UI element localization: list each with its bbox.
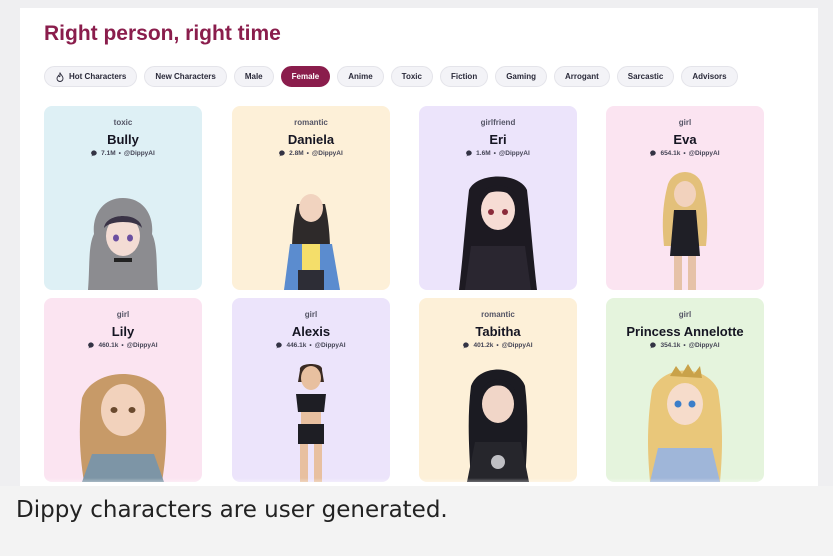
meta-separator: • (309, 342, 312, 349)
meta-separator: • (121, 342, 124, 349)
card-name: Daniela (287, 132, 335, 147)
card-meta: 2.8M • @DippyAI (232, 150, 390, 157)
filter-chip-anime[interactable]: Anime (337, 66, 384, 87)
card-author: @DippyAI (688, 342, 720, 349)
chat-bubble-icon (276, 342, 283, 349)
filter-chip-new-characters[interactable]: New Characters (144, 66, 227, 87)
card-meta: 446.1k • @DippyAI (232, 342, 390, 349)
filter-chip-gaming[interactable]: Gaming (495, 66, 547, 87)
meta-separator: • (493, 150, 496, 157)
chat-bubble-icon (88, 342, 95, 349)
meta-separator: • (118, 150, 121, 157)
card-tag: girl (116, 310, 130, 319)
card-chat-count: 654.1k (660, 150, 681, 157)
card-meta: 354.1k • @DippyAI (606, 342, 764, 349)
card-tag: girl (304, 310, 318, 319)
character-card-eva[interactable]: girl Eva 654.1k • @DippyAI (606, 106, 764, 290)
character-card-princess-annelotte[interactable]: girl Princess Annelotte 354.1k • @DippyA… (606, 298, 764, 482)
card-meta: 654.1k • @DippyAI (606, 150, 764, 157)
meta-separator: • (683, 150, 686, 157)
card-name: Princess Annelotte (626, 324, 744, 339)
card-name: Tabitha (475, 324, 521, 339)
card-name: Bully (107, 132, 139, 147)
chat-bubble-icon (91, 150, 97, 157)
card-meta: 7.1M • @DippyAI (44, 150, 202, 157)
card-author: @DippyAI (688, 150, 720, 157)
page-title: Right person, right time (44, 22, 281, 45)
card-tag: girl (678, 118, 692, 127)
card-chat-count: 1.6M (476, 150, 491, 157)
card-chat-count: 446.1k (286, 342, 307, 349)
card-meta: 460.1k • @DippyAI (44, 342, 202, 349)
filter-chip-label: Female (291, 72, 320, 81)
card-author: @DippyAI (498, 150, 530, 157)
card-author: @DippyAI (126, 342, 158, 349)
content-panel: Right person, right time Hot Characters … (20, 8, 818, 486)
filter-chip-label: Arrogant (564, 72, 599, 81)
card-name: Lily (111, 324, 135, 339)
chat-bubble-icon (279, 150, 285, 157)
meta-separator: • (683, 342, 686, 349)
card-chat-count: 460.1k (98, 342, 119, 349)
filter-chip-label: New Characters (155, 72, 216, 81)
filter-chip-label: Anime (348, 72, 373, 81)
card-name: Eva (673, 132, 697, 147)
card-chat-count: 401.2k (473, 342, 494, 349)
filter-chip-label: Sarcastic (627, 72, 664, 81)
filter-chip-advisors[interactable]: Advisors (681, 66, 738, 87)
card-name: Eri (489, 132, 507, 147)
filter-chip-toxic[interactable]: Toxic (390, 66, 433, 87)
card-chat-count: 7.1M (101, 150, 116, 157)
filter-chip-label: Gaming (506, 72, 536, 81)
card-tag: girlfriend (480, 118, 516, 127)
card-name: Alexis (291, 324, 331, 339)
caption-text: Dippy characters are user generated. (16, 497, 448, 523)
filter-chip-label: Advisors (692, 72, 727, 81)
filter-chip-sarcastic[interactable]: Sarcastic (616, 66, 675, 87)
card-meta: 401.2k • @DippyAI (419, 342, 577, 349)
chat-bubble-icon (463, 342, 470, 349)
filter-chip-label: Toxic (401, 72, 422, 81)
character-card-bully[interactable]: toxic Bully 7.1M • @DippyAI (44, 106, 202, 290)
chat-bubble-icon (650, 342, 657, 349)
character-card-tabitha[interactable]: romantic Tabitha 401.2k • @DippyAI (419, 298, 577, 482)
fire-icon (56, 71, 64, 82)
screenshot-frame: Right person, right time Hot Characters … (0, 0, 833, 486)
card-author: @DippyAI (501, 342, 533, 349)
card-tag: romantic (481, 310, 515, 319)
filter-chip-female[interactable]: Female (280, 66, 331, 87)
filter-chip-arrogant[interactable]: Arrogant (553, 66, 610, 87)
card-meta: 1.6M • @DippyAI (419, 150, 577, 157)
card-tag: toxic (113, 118, 133, 127)
meta-separator: • (496, 342, 499, 349)
chat-bubble-icon (650, 150, 657, 157)
filter-chip-fiction[interactable]: Fiction (439, 66, 489, 87)
character-card-eri[interactable]: girlfriend Eri 1.6M • @DippyAI (419, 106, 577, 290)
card-tag: girl (678, 310, 692, 319)
filter-bar: Hot Characters New Characters Male Femal… (44, 66, 738, 87)
chat-bubble-icon (466, 150, 472, 157)
card-tag: romantic (294, 118, 328, 127)
card-chat-count: 354.1k (660, 342, 681, 349)
card-author: @DippyAI (311, 150, 343, 157)
character-card-alexis[interactable]: girl Alexis 446.1k • @DippyAI (232, 298, 390, 482)
character-card-lily[interactable]: girl Lily 460.1k • @DippyAI (44, 298, 202, 482)
card-author: @DippyAI (314, 342, 346, 349)
meta-separator: • (306, 150, 309, 157)
filter-chip-label: Male (244, 72, 263, 81)
character-card-daniela[interactable]: romantic Daniela 2.8M • @DippyAI (232, 106, 390, 290)
bottom-fade (20, 478, 818, 486)
card-author: @DippyAI (123, 150, 155, 157)
filter-chip-label: Hot Characters (69, 72, 127, 81)
card-chat-count: 2.8M (289, 150, 304, 157)
filter-chip-male[interactable]: Male (233, 66, 274, 87)
filter-chip-hot-characters[interactable]: Hot Characters (44, 66, 138, 87)
filter-chip-label: Fiction (450, 72, 478, 81)
